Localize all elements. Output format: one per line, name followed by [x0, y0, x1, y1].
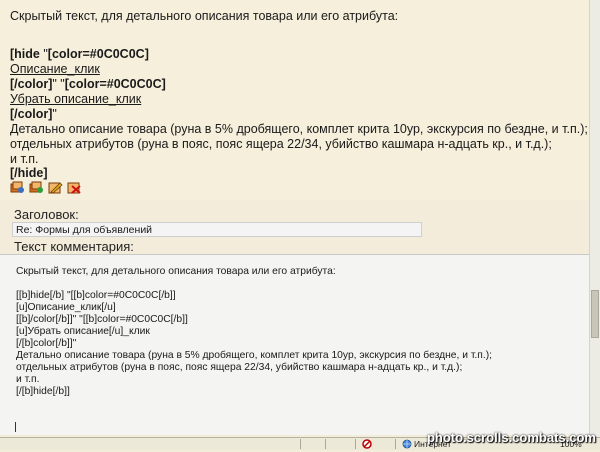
status-separator: [325, 439, 326, 449]
hide-description-link[interactable]: Убрать описание_клик: [10, 92, 141, 107]
preview-detail-1: Детально описание товара (руна в 5% дроб…: [10, 122, 588, 136]
preview-color-line: [/color]" "[color=#0C0C0C]: [10, 77, 166, 92]
comment-line: [[b]/color[/b]]" "[[b]color=#0C0C0C[/b]]: [16, 314, 188, 325]
edit-pencil-icon[interactable]: [48, 181, 63, 194]
subject-input[interactable]: Re: Формы для объявлений: [12, 222, 422, 237]
mid-quotes: " ": [52, 77, 65, 91]
comment-label: Текст комментария:: [14, 239, 134, 254]
text-caret: [15, 422, 16, 432]
preview-intro: Скрытый текст, для детального описания т…: [10, 9, 399, 23]
hide-open-tag: [hide: [10, 47, 40, 61]
scrollbar-thumb[interactable]: [591, 290, 599, 338]
comment-line: Скрытый текст, для детального описания т…: [16, 266, 336, 277]
close-quote: ": [52, 107, 57, 121]
comment-line: [/[b]color[/b]]": [16, 338, 77, 349]
page-scrollbar[interactable]: [589, 0, 600, 440]
comment-textarea[interactable]: Скрытый текст, для детального описания т…: [0, 254, 590, 435]
delete-post-icon[interactable]: [67, 181, 82, 194]
color-open-tag-2: [color=#0C0C0C]: [64, 77, 166, 91]
comment-line: [/[b]hide[/b]]: [16, 386, 70, 397]
preview-detail-3: и т.п.: [10, 152, 39, 166]
status-separator: [300, 439, 301, 449]
comment-line: Детально описание товара (руна в 5% дроб…: [16, 350, 492, 361]
show-description-link[interactable]: Описание_клик: [10, 62, 100, 77]
preview-hide-open-line: [hide "[color=#0C0C0C]: [10, 47, 149, 62]
post-action-icons: [10, 181, 82, 194]
lock-status-icon: [362, 439, 372, 452]
comment-line: отдельных атрибутов (руна в пояс, пояс я…: [16, 362, 463, 373]
subject-label: Заголовок:: [14, 207, 79, 222]
status-separator: [395, 439, 396, 449]
preview-color-close-line: [/color]": [10, 107, 57, 122]
color-open-tag: [color=#0C0C0C]: [47, 47, 149, 61]
hide-close-tag: [/hide]: [10, 166, 48, 180]
comment-line: [u]Описание_клик[/u]: [16, 302, 116, 313]
comment-line: [[b]hide[/b] "[[b]color=#0C0C0C[/b]]: [16, 290, 176, 301]
comment-line: [u]Убрать описание[/u]_клик: [16, 326, 150, 337]
internet-zone-icon: [402, 439, 412, 452]
preview-detail-2: отдельных атрибутов (руна в пояс, пояс я…: [10, 137, 552, 151]
watermark-text: photo.scrolls.combats.com: [426, 430, 596, 445]
color-close-tag: [/color]: [10, 77, 53, 91]
hide-open-quote: ": [39, 47, 48, 61]
color-close-tag-2: [/color]: [10, 107, 53, 121]
quote-post-icon[interactable]: [29, 181, 44, 194]
post-preview: Скрытый текст, для детального описания т…: [0, 0, 590, 200]
status-separator: [355, 439, 356, 449]
comment-line: и т.п.: [16, 374, 40, 385]
edit-post-icon[interactable]: [10, 181, 25, 194]
